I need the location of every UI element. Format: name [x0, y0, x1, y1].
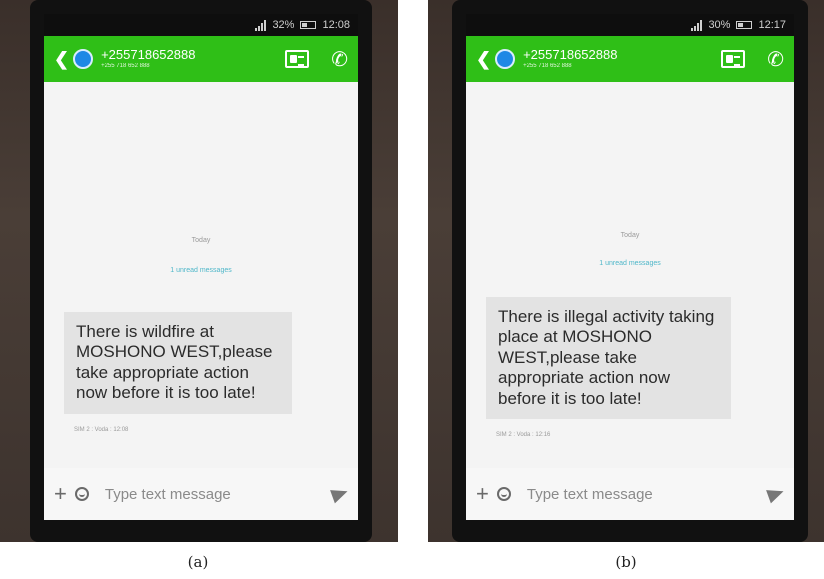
status-bar: 30% 12:17 — [466, 14, 794, 36]
screen-b: 30% 12:17 ❮ +255718652888 +255 718 652 8… — [466, 14, 794, 520]
battery-icon — [736, 21, 753, 29]
contact-info: +255718652888 +255 718 652 888 — [101, 47, 285, 70]
back-icon[interactable]: ❮ — [476, 50, 491, 68]
contact-number: +255 718 652 888 — [523, 63, 572, 70]
emoji-icon[interactable] — [496, 487, 511, 501]
message-bubble[interactable]: There is wildfire at MOSHONO WEST,please… — [64, 312, 292, 414]
screen-a: 32% 12:08 ❮ +255718652888 +255 718 652 8… — [44, 14, 358, 520]
message-bubble[interactable]: There is illegal activity taking place a… — [486, 297, 731, 419]
message-thread[interactable]: Today 1 unread messages There is illegal… — [466, 82, 794, 468]
contact-card-icon[interactable] — [285, 50, 310, 68]
contact-name: +255718652888 — [523, 47, 618, 63]
caption-b: (b) — [615, 553, 637, 571]
battery-percent: 32% — [272, 19, 295, 31]
caption-a: (a) — [187, 553, 209, 571]
message-meta: SIM 2 : Voda : 12:08 — [74, 427, 129, 433]
emoji-icon[interactable] — [74, 487, 89, 501]
phone-call-icon[interactable]: ✆ — [767, 47, 784, 72]
clock: 12:17 — [758, 19, 786, 31]
message-thread[interactable]: Today 1 unread messages There is wildfir… — [44, 82, 358, 468]
composer: + — [44, 468, 358, 520]
back-icon[interactable]: ❮ — [54, 50, 69, 68]
unread-indicator: 1 unread messages — [599, 260, 661, 267]
message-input[interactable] — [526, 485, 760, 503]
contact-number: +255 718 652 888 — [101, 63, 150, 70]
contact-info: +255718652888 +255 718 652 888 — [523, 47, 721, 70]
plus-icon[interactable]: + — [476, 481, 489, 507]
contact-name: +255718652888 — [101, 47, 196, 63]
clock: 12:08 — [322, 19, 350, 31]
date-divider: Today — [191, 237, 211, 244]
composer: + — [466, 468, 794, 520]
contact-card-icon[interactable] — [721, 50, 746, 68]
signal-icon — [255, 19, 267, 31]
phone-b: 30% 12:17 ❮ +255718652888 +255 718 652 8… — [452, 0, 808, 542]
send-icon[interactable] — [330, 484, 350, 504]
message-meta: SIM 2 : Voda : 12:16 — [496, 432, 551, 438]
phone-a: 32% 12:08 ❮ +255718652888 +255 718 652 8… — [30, 0, 372, 542]
send-icon[interactable] — [766, 484, 786, 504]
status-bar: 32% 12:08 — [44, 14, 358, 36]
avatar[interactable] — [73, 49, 94, 69]
battery-percent: 30% — [708, 19, 731, 31]
conversation-header: ❮ +255718652888 +255 718 652 888 ✆ — [466, 36, 794, 82]
plus-icon[interactable]: + — [54, 481, 67, 507]
avatar[interactable] — [495, 49, 516, 69]
signal-icon — [691, 19, 703, 31]
unread-indicator: 1 unread messages — [170, 267, 232, 274]
phone-call-icon[interactable]: ✆ — [331, 47, 348, 72]
conversation-header: ❮ +255718652888 +255 718 652 888 ✆ — [44, 36, 358, 82]
date-divider: Today — [620, 232, 640, 239]
battery-icon — [300, 21, 317, 29]
message-input[interactable] — [104, 485, 324, 503]
